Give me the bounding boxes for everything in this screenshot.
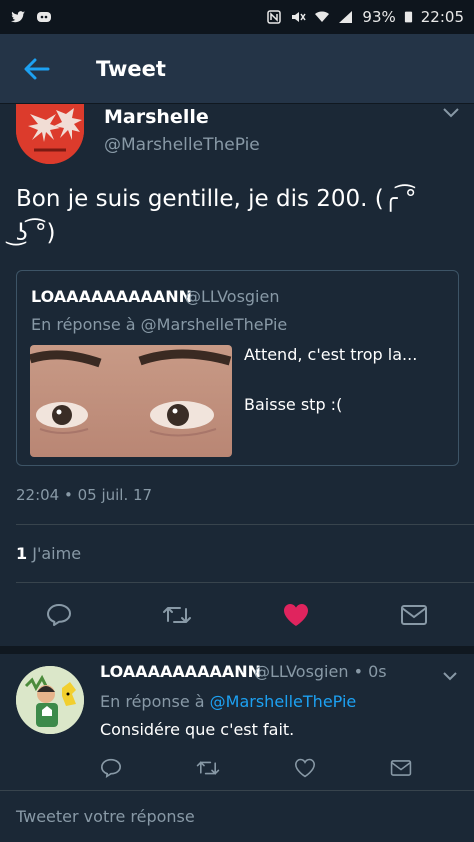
main-tweet: Marshelle @MarshelleThePie Bon je suis g…	[0, 104, 474, 648]
divider	[16, 582, 474, 583]
envelope-icon	[390, 760, 412, 776]
avatar[interactable]	[16, 104, 84, 164]
back-button[interactable]	[0, 34, 74, 104]
reply-text: Considére que c'est fait.	[100, 720, 295, 739]
quoted-image[interactable]	[30, 345, 232, 457]
quoted-tweet[interactable]: LOAAAAAAAAANN @LLVosgien En réponse à @M…	[16, 270, 459, 466]
app-header: Tweet	[0, 34, 474, 104]
twitter-icon	[11, 11, 25, 23]
clock: 22:05	[420, 8, 464, 26]
eyes-photo	[30, 345, 232, 457]
battery-level: 93%	[362, 8, 396, 26]
nfc-icon	[267, 10, 282, 24]
reply-button[interactable]	[96, 754, 126, 782]
author-name[interactable]: Marshelle	[104, 106, 209, 128]
wifi-icon	[315, 11, 330, 22]
retweet-icon	[196, 761, 220, 775]
tweet-timestamp: 22:04 • 05 juil. 17	[16, 486, 153, 504]
retweet-button[interactable]	[160, 598, 194, 632]
reply-author-name[interactable]: LOAAAAAAAAANN	[100, 662, 261, 681]
quoted-text-line-1: Attend, c'est trop la...	[244, 345, 418, 364]
tweet-actions	[0, 598, 474, 632]
retweet-button[interactable]	[193, 754, 223, 782]
reply-actions	[0, 754, 474, 782]
avatar-image	[16, 104, 84, 164]
reply-tweet[interactable]: LOAAAAAAAAANN @LLVosgien • 0s En réponse…	[0, 654, 474, 789]
section-divider	[0, 646, 474, 654]
reply-button[interactable]	[42, 598, 76, 632]
discord-icon	[37, 12, 51, 22]
arrow-left-icon	[24, 58, 50, 79]
reply-icon	[100, 758, 122, 778]
battery-icon	[404, 11, 412, 23]
likes-number: 1	[16, 544, 28, 563]
chevron-down-icon[interactable]	[442, 106, 460, 120]
author-handle[interactable]: @MarshelleThePie	[104, 135, 260, 155]
mute-icon	[292, 12, 307, 22]
retweet-icon	[163, 607, 191, 623]
quoted-text-line-2: Baisse stp :(	[244, 395, 343, 414]
tweet-text-line-1: Bon je suis gentille, je dis 200. (╭ ͡°	[16, 186, 417, 212]
share-button[interactable]	[386, 754, 416, 782]
divider	[16, 524, 474, 525]
reply-compose-field[interactable]: Tweeter votre réponse	[0, 790, 474, 842]
like-button[interactable]	[279, 598, 313, 632]
quoted-author-name: LOAAAAAAAAANN	[31, 287, 193, 306]
compose-placeholder: Tweeter votre réponse	[16, 807, 195, 826]
reply-author-handle[interactable]: @LLVosgien • 0s	[254, 662, 387, 681]
likes-label: J'aime	[32, 544, 82, 563]
reply-prefix: En réponse à	[100, 692, 210, 711]
share-button[interactable]	[397, 598, 431, 632]
heart-icon	[284, 604, 308, 626]
signal-icon	[339, 11, 353, 23]
avatar-image	[16, 666, 84, 734]
quoted-author-handle: @LLVosgien	[185, 287, 280, 306]
quoted-reply-to: En réponse à @MarshelleThePie	[31, 315, 288, 334]
chevron-down-icon[interactable]	[442, 670, 458, 682]
reply-icon	[47, 604, 71, 626]
tweet-text-line-2: ͜ʖ ͡°)	[16, 220, 56, 246]
tweet-text: Bon je suis gentille, je dis 200. (╭ ͡° …	[16, 182, 456, 250]
page-title: Tweet	[96, 56, 166, 81]
like-button[interactable]	[290, 754, 320, 782]
heart-outline-icon	[294, 758, 316, 778]
status-bar: 93% 22:05	[0, 0, 474, 34]
reply-context: En réponse à @MarshelleThePie	[100, 692, 356, 711]
avatar[interactable]	[16, 666, 84, 734]
likes-count[interactable]: 1 J'aime	[16, 544, 81, 563]
envelope-icon	[401, 605, 427, 625]
mention-link[interactable]: @MarshelleThePie	[210, 692, 357, 711]
